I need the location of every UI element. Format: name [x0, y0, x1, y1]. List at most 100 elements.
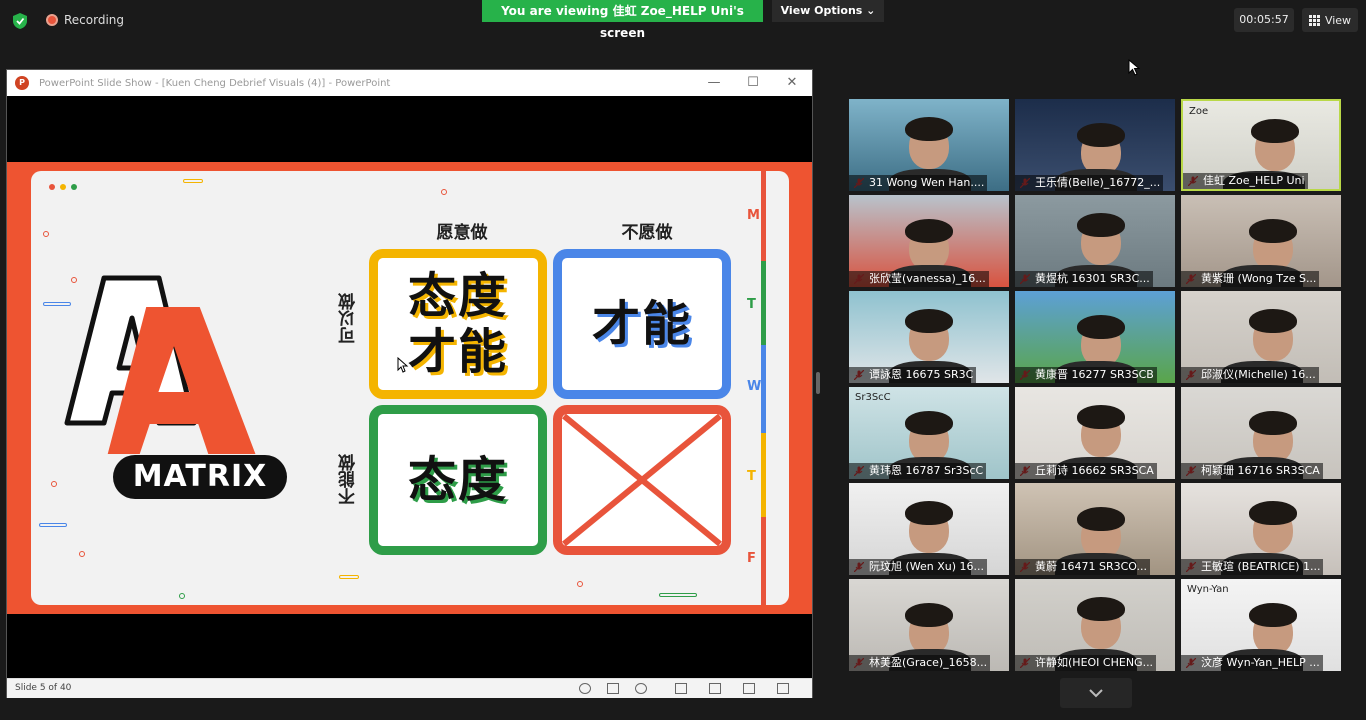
normal-view-icon[interactable]: [675, 683, 687, 694]
participant-video-hair: [1251, 119, 1299, 143]
participant-tile[interactable]: 邱淑仪(Michelle) 16...: [1181, 291, 1341, 383]
view-button[interactable]: View: [1302, 8, 1358, 32]
view-label: View: [1324, 13, 1352, 27]
security-shield-icon[interactable]: [12, 12, 28, 30]
previous-slide-icon[interactable]: [579, 683, 591, 694]
participant-tile[interactable]: 许静如(HEOI CHENG...: [1015, 579, 1175, 671]
participant-video-hair: [1077, 507, 1125, 531]
window-dot-green: [71, 184, 77, 190]
view-options-button[interactable]: View Options ⌄: [772, 0, 884, 22]
side-letter-t-2: T: [747, 469, 756, 484]
participant-name: 王乐倩(Belle)_16772_...: [1015, 175, 1164, 191]
participant-tile[interactable]: 张欣莹(vanessa)_16...: [849, 195, 1009, 287]
recording-dot-icon: [46, 14, 58, 26]
cell-text: 态度: [407, 452, 508, 508]
col-header-unwilling: 不愿做: [621, 223, 673, 243]
window-dot-red: [49, 184, 55, 190]
participant-video-hair: [905, 117, 953, 141]
participant-tile[interactable]: 黄煜杭 16301 SR3C...: [1015, 195, 1175, 287]
participant-name: 谭詠恩 16675 SR3C: [849, 367, 977, 383]
row-header-cannot: 不能做: [339, 454, 359, 505]
powerpoint-logo-icon: P: [15, 76, 29, 90]
participant-tile[interactable]: 阮玟旭 (Wen Xu) 16...: [849, 483, 1009, 575]
decor-dash: [339, 575, 359, 579]
meeting-timer: 00:05:57: [1234, 8, 1294, 32]
window-dot-yellow: [60, 184, 66, 190]
participant-name: 黄蔚 16471 SR3CO...: [1015, 559, 1150, 575]
slide-card: M T W T F MATRIX 愿意做 不愿做 可以做 不能做 态度 才能 才…: [31, 171, 789, 605]
cell-text-line2: 才能: [407, 324, 508, 380]
participant-video-hair: [905, 411, 953, 435]
participant-tile[interactable]: 柯颖珊 16716 SR3SCA: [1181, 387, 1341, 479]
participant-tile[interactable]: 黄紫珊 (Wong Tze S...: [1181, 195, 1341, 287]
decor-circle: [43, 231, 49, 237]
participant-video-hair: [1249, 603, 1297, 627]
participant-video-hair: [1077, 405, 1125, 429]
participant-tile[interactable]: 黄蔚 16471 SR3CO...: [1015, 483, 1175, 575]
participant-name: 张欣莹(vanessa)_16...: [849, 271, 989, 287]
cross-icon: [562, 414, 722, 546]
cell-text-line1: 态度: [407, 268, 508, 324]
cell-unwilling-can: 才能: [553, 249, 731, 399]
participant-tile[interactable]: Sr3ScC 黄玮恩 16787 Sr3ScC: [849, 387, 1009, 479]
participant-corner-label: Zoe: [1189, 106, 1209, 117]
participant-name: 黄紫珊 (Wong Tze S...: [1181, 271, 1320, 287]
chevron-down-icon: [1089, 689, 1103, 698]
participant-video-hair: [1249, 501, 1297, 525]
recording-label: Recording: [64, 13, 125, 27]
participant-tile[interactable]: Zoe 佳虹 Zoe_HELP Uni: [1181, 99, 1341, 191]
slide-cursor-icon: [397, 357, 409, 373]
participant-tile[interactable]: 31 Wong Wen Han....: [849, 99, 1009, 191]
more-participants-button[interactable]: [1060, 678, 1132, 708]
side-letter-m: M: [747, 208, 760, 223]
slide-menu-icon[interactable]: [607, 683, 619, 694]
gallery-grid-icon: [1308, 14, 1320, 26]
participant-tile[interactable]: Wyn-Yan 汶彦 Wyn-Yan_HELP ...: [1181, 579, 1341, 671]
recording-indicator[interactable]: Recording: [46, 13, 124, 27]
participant-tile[interactable]: 丘莉诗 16662 SR3SCA: [1015, 387, 1175, 479]
powerpoint-slideshow-window: P PowerPoint Slide Show - [Kuen Cheng De…: [6, 69, 813, 698]
minimize-button[interactable]: —: [695, 70, 733, 96]
participant-tile[interactable]: 王敏瑄 (BEATRICE) 1...: [1181, 483, 1341, 575]
participant-name: 黄煜杭 16301 SR3C...: [1015, 271, 1153, 287]
participant-video-hair: [1249, 411, 1297, 435]
mouse-cursor-icon: [1128, 59, 1140, 76]
participant-corner-label: Sr3ScC: [855, 392, 891, 403]
split-resize-handle[interactable]: [816, 372, 820, 394]
participant-video-hair: [1077, 597, 1125, 621]
reading-view-icon[interactable]: [743, 683, 755, 694]
participant-video-hair: [1249, 309, 1297, 333]
ppt-title-bar: P PowerPoint Slide Show - [Kuen Cheng De…: [7, 70, 812, 96]
slide-counter: Slide 5 of 40: [15, 683, 72, 693]
participant-name: 黄玮恩 16787 Sr3ScC: [849, 463, 987, 479]
participant-name: 黄康晋 16277 SR3SCB: [1015, 367, 1157, 383]
participant-tile[interactable]: 黄康晋 16277 SR3SCB: [1015, 291, 1175, 383]
cell-willing-cannot: 态度: [369, 405, 547, 555]
decor-circle: [441, 189, 447, 195]
side-bar-red-2: [761, 517, 766, 605]
decor-dash: [183, 179, 203, 183]
col-header-willing: 愿意做: [436, 223, 488, 243]
cell-text: 才能: [591, 296, 692, 352]
next-slide-icon[interactable]: [635, 683, 647, 694]
side-bar-green: [761, 261, 766, 345]
participant-tile[interactable]: 林美盈(Grace)_1658...: [849, 579, 1009, 671]
participant-video-hair: [905, 603, 953, 627]
slideshow-view-icon[interactable]: [777, 683, 789, 694]
close-button[interactable]: ✕: [773, 70, 811, 96]
slide-sorter-icon[interactable]: [709, 683, 721, 694]
aa-logo: [64, 275, 256, 454]
participant-name: 邱淑仪(Michelle) 16...: [1181, 367, 1319, 383]
participant-tile[interactable]: 王乐倩(Belle)_16772_...: [1015, 99, 1175, 191]
participant-video-hair: [905, 309, 953, 333]
cell-willing-can: 态度 才能: [369, 249, 547, 399]
participant-name: 柯颖珊 16716 SR3SCA: [1181, 463, 1323, 479]
decor-dash: [659, 593, 697, 597]
row-header-can: 可以做: [339, 293, 359, 344]
decor-circle: [79, 551, 85, 557]
maximize-button[interactable]: ☐: [734, 70, 772, 96]
side-bar-blue: [761, 345, 766, 433]
participant-corner-label: Wyn-Yan: [1187, 584, 1229, 595]
participant-name: 丘莉诗 16662 SR3SCA: [1015, 463, 1157, 479]
participant-tile[interactable]: 谭詠恩 16675 SR3C: [849, 291, 1009, 383]
